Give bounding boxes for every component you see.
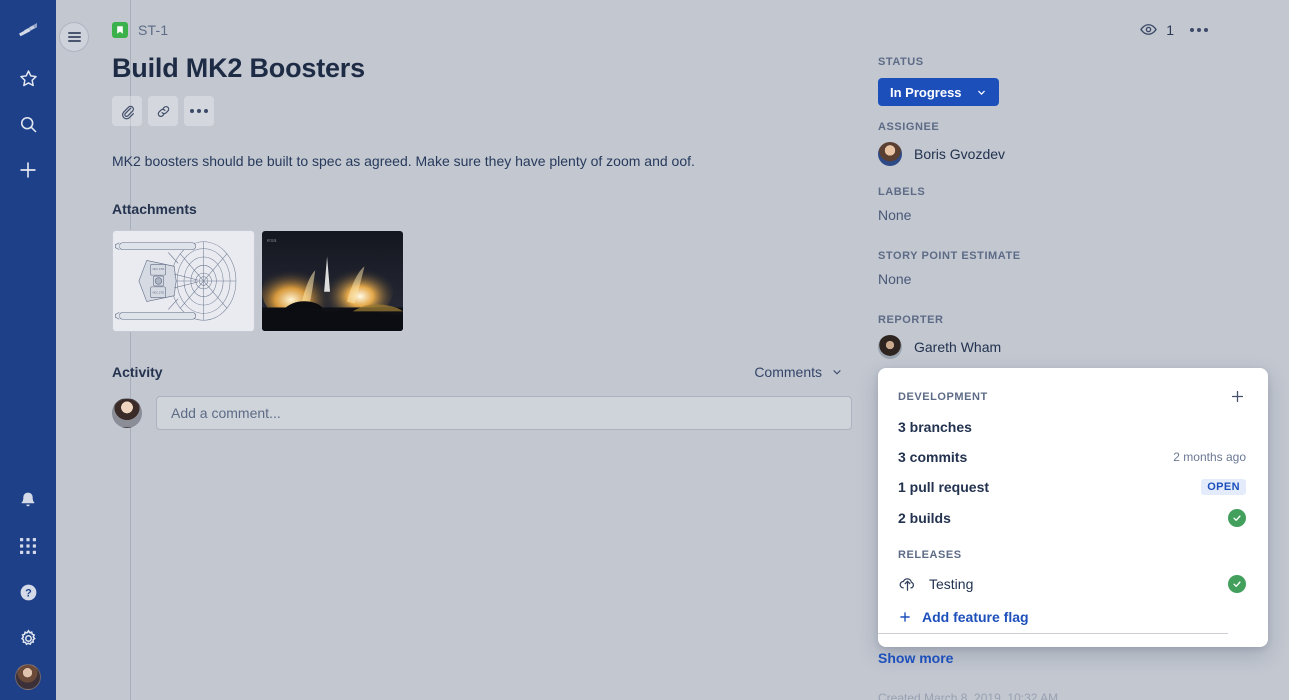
app-switcher-grid-icon[interactable] — [8, 526, 48, 566]
assignee-value[interactable]: Boris Gvozdev — [878, 142, 1228, 166]
add-feature-flag-button[interactable]: Add feature flag — [898, 609, 1246, 625]
check-success-icon — [1228, 574, 1246, 593]
eye-watch-icon — [1140, 24, 1158, 35]
field-reporter-label: Reporter — [878, 314, 944, 326]
release-left-group: Testing — [898, 574, 973, 593]
branches-link[interactable]: 3 branches — [898, 419, 972, 435]
development-header: Development — [898, 388, 1246, 405]
activity-filter-comments[interactable]: Comments — [754, 364, 843, 380]
release-row-testing: Testing — [898, 574, 1246, 593]
nav-toggle-button[interactable] — [59, 22, 89, 52]
check-success-icon — [1228, 509, 1246, 527]
breadcrumb: ST-1 — [112, 22, 852, 38]
issue-main-content: ST-1 Build MK2 Boosters MK2 boosters sho… — [112, 0, 852, 700]
watch-button[interactable]: 1 — [1139, 20, 1174, 39]
development-row-branches: 3 branches — [898, 419, 1246, 435]
notification-bell-icon[interactable] — [8, 480, 48, 520]
field-story-points: Story point estimate None — [878, 250, 1228, 287]
chevron-down-icon — [833, 370, 841, 375]
commits-timestamp: 2 months ago — [1173, 450, 1246, 464]
svg-text:NCC 1701: NCC 1701 — [153, 268, 165, 271]
development-row-pull-request: 1 pull request OPEN — [898, 479, 1246, 495]
add-link-button[interactable] — [148, 96, 178, 126]
development-panel: Development 3 branches 3 commits 2 month… — [878, 368, 1268, 647]
reporter-value[interactable]: Gareth Wham — [878, 335, 1228, 359]
field-story-points-label: Story point estimate — [878, 250, 1021, 262]
help-question-icon[interactable]: ? — [8, 572, 48, 612]
add-comment-row: Add a comment... — [112, 396, 852, 430]
sidebar-more-actions-button[interactable] — [1190, 27, 1208, 32]
activity-header: Activity Comments — [112, 364, 843, 380]
esa-watermark: esa — [267, 238, 277, 244]
plus-icon[interactable] — [8, 150, 48, 190]
labels-value[interactable]: None — [878, 207, 1228, 223]
watch-count: 1 — [1166, 21, 1174, 38]
attachments-list: NCC 1701 NCC 1701 esa — [112, 230, 852, 332]
attach-button[interactable] — [112, 96, 142, 126]
search-icon[interactable] — [8, 104, 48, 144]
reporter-name: Gareth Wham — [914, 339, 1002, 355]
development-add-button[interactable] — [1229, 388, 1246, 405]
hamburger-menu-icon — [67, 32, 81, 42]
commits-link[interactable]: 3 commits — [898, 449, 967, 465]
pull-request-status-badge: OPEN — [1201, 479, 1246, 495]
field-reporter: Reporter Gareth Wham — [878, 314, 1228, 359]
add-feature-flag-label: Add feature flag — [922, 609, 1029, 625]
field-labels: Labels None — [878, 186, 1228, 223]
plus-icon — [900, 612, 910, 622]
attachment-thumbnail-launch-photo[interactable]: esa — [261, 230, 404, 332]
issue-key[interactable]: ST-1 — [138, 22, 168, 38]
activity-heading: Activity — [112, 364, 163, 380]
rail-top-group — [8, 12, 48, 190]
field-assignee-label: Assignee — [878, 121, 940, 133]
jira-issue-view: ? ST-1 Build MK2 Boosters MK2 boosters s… — [0, 0, 1289, 700]
story-bookmark-icon — [112, 22, 128, 38]
show-more-button[interactable]: Show more — [878, 650, 953, 666]
field-labels-label: Labels — [878, 186, 926, 198]
attachments-heading: Attachments — [112, 201, 197, 217]
cloud-upload-icon — [899, 578, 914, 591]
activity-filter-label: Comments — [754, 364, 822, 380]
jira-logo-icon[interactable] — [8, 12, 48, 52]
reporter-avatar — [878, 335, 902, 359]
sidebar-divider — [878, 633, 1228, 634]
assignee-avatar — [878, 142, 902, 166]
settings-gear-icon[interactable] — [8, 618, 48, 658]
issue-sidebar: 1 Status In Progress Assignee Boris Gvoz… — [872, 0, 1268, 700]
page-title: Build MK2 Boosters — [112, 53, 365, 83]
global-nav-rail: ? — [0, 0, 56, 700]
field-status: Status In Progress — [878, 56, 1228, 106]
more-actions-button[interactable] — [184, 96, 214, 126]
svg-text:?: ? — [25, 587, 32, 599]
profile-avatar[interactable] — [15, 664, 41, 690]
watch-controls: 1 — [1139, 20, 1208, 39]
star-icon[interactable] — [8, 58, 48, 98]
pull-request-link[interactable]: 1 pull request — [898, 479, 989, 495]
field-status-label: Status — [878, 56, 924, 68]
assignee-name: Boris Gvozdev — [914, 146, 1006, 162]
development-row-commits: 3 commits 2 months ago — [898, 449, 1246, 465]
issue-description: MK2 boosters should be built to spec as … — [112, 153, 695, 169]
ellipsis-icon — [190, 109, 208, 113]
status-value: In Progress — [890, 84, 962, 100]
issue-actions — [112, 96, 852, 126]
comment-input[interactable]: Add a comment... — [156, 396, 852, 430]
field-assignee: Assignee Boris Gvozdev — [878, 121, 1228, 166]
svg-text:NCC 1701: NCC 1701 — [153, 292, 165, 295]
rail-bottom-group: ? — [8, 480, 48, 690]
status-dropdown-button[interactable]: In Progress — [878, 78, 999, 106]
release-name[interactable]: Testing — [929, 576, 973, 592]
releases-label: Releases — [898, 549, 962, 561]
story-points-value[interactable]: None — [878, 271, 1228, 287]
builds-link[interactable]: 2 builds — [898, 510, 951, 526]
attachment-thumbnail-schematic[interactable]: NCC 1701 NCC 1701 — [112, 230, 255, 332]
created-timestamp: Created March 8, 2019, 10:32 AM — [878, 691, 1059, 700]
plus-icon — [1231, 390, 1244, 403]
chevron-down-icon — [977, 90, 985, 95]
development-row-builds: 2 builds — [898, 509, 1246, 527]
current-user-avatar — [112, 398, 142, 428]
development-label: Development — [898, 390, 988, 403]
